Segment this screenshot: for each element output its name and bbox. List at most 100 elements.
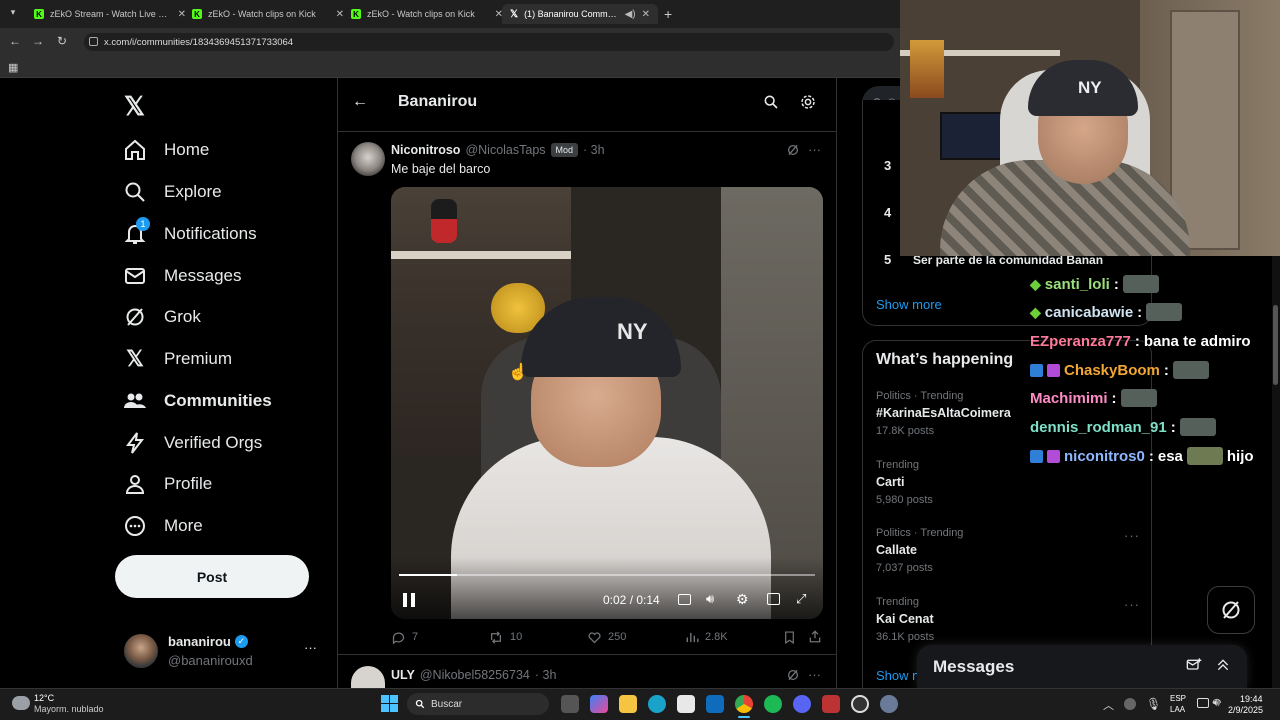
apps-grid-icon[interactable]: ▦ xyxy=(8,61,18,74)
gear-icon[interactable] xyxy=(799,93,817,111)
windows-start-icon[interactable] xyxy=(381,695,398,712)
x-logo-icon[interactable]: 𝕏 xyxy=(124,91,145,122)
views-button[interactable]: 2.8K xyxy=(685,628,728,646)
browser-tab[interactable]: K zEkO - Watch clips on Kick ✕ xyxy=(184,4,352,24)
tweet-author-handle[interactable]: @NicolasTaps xyxy=(465,143,545,157)
chrome-icon[interactable] xyxy=(735,695,753,713)
settings-gear-icon[interactable]: ⚙ xyxy=(736,591,749,608)
taskbar-search[interactable]: Buscar xyxy=(407,693,549,715)
grok-icon[interactable] xyxy=(786,668,800,682)
messages-drawer[interactable]: Messages xyxy=(917,645,1247,688)
site-info-icon[interactable] xyxy=(89,37,98,46)
browser-tab-active[interactable]: 𝕏 (1) Bananirou Community / X ◀) ✕ xyxy=(502,4,658,24)
share-icon[interactable] xyxy=(808,629,822,644)
nav-messages[interactable]: Messages xyxy=(122,259,241,293)
reload-icon[interactable]: ↻ xyxy=(57,34,67,48)
kick-icon: K xyxy=(351,9,361,19)
bookmark-icon[interactable] xyxy=(783,630,796,645)
grok-icon[interactable] xyxy=(786,143,800,157)
tray-chevron-icon[interactable]: ︿ xyxy=(1103,697,1114,713)
more-dots-icon[interactable]: ··· xyxy=(808,142,821,157)
nav-communities[interactable]: Communities xyxy=(122,384,272,418)
new-message-icon[interactable] xyxy=(1185,657,1203,673)
settings-gear-icon[interactable] xyxy=(880,695,898,713)
outlook-icon[interactable] xyxy=(706,695,724,713)
show-more-link[interactable]: Show more xyxy=(876,297,942,312)
obs-icon[interactable] xyxy=(822,695,840,713)
display-icon[interactable] xyxy=(1197,698,1209,708)
chat-text: esa xyxy=(1157,447,1183,465)
chat-message: Machimimi : xyxy=(1030,386,1157,410)
search-icon[interactable] xyxy=(763,94,779,110)
grok-floating-button[interactable] xyxy=(1207,586,1255,634)
browser-tab[interactable]: K zEkO - Watch clips on Kick ✕ xyxy=(343,4,511,24)
volume-icon[interactable]: 🔊︎ xyxy=(706,591,714,607)
clock-date[interactable]: 2/9/2025 xyxy=(1228,705,1263,715)
nav-home[interactable]: Home xyxy=(122,133,209,167)
clock-time[interactable]: 19:44 xyxy=(1240,694,1263,704)
store-icon[interactable] xyxy=(677,695,695,713)
more-dots-icon[interactable]: ··· xyxy=(304,640,317,655)
tab-list-button[interactable]: ▾ xyxy=(6,7,20,21)
captions-icon[interactable] xyxy=(678,594,691,605)
chevron-up-icon[interactable] xyxy=(1215,656,1231,674)
edge-icon[interactable] xyxy=(648,695,666,713)
more-dots-icon[interactable]: ··· xyxy=(1124,528,1140,543)
pip-icon[interactable] xyxy=(767,593,780,605)
nav-notifications[interactable]: 1 Notifications xyxy=(122,217,257,251)
chat-emote xyxy=(1120,389,1157,407)
avatar[interactable] xyxy=(351,142,385,176)
nav-more[interactable]: More xyxy=(122,509,203,543)
like-button[interactable]: 250 xyxy=(587,628,626,646)
trend-item[interactable]: Trending Kai Cenat 36.1K posts xyxy=(876,596,1146,652)
reply-button[interactable]: 7 xyxy=(391,628,418,646)
task-view-icon[interactable] xyxy=(561,695,579,713)
tweet-time[interactable]: · 3h xyxy=(583,143,605,157)
nav-premium[interactable]: 𝕏 Premium xyxy=(122,342,232,376)
nav-explore[interactable]: Explore xyxy=(122,175,222,209)
chat-message: dennis_rodman_91 : xyxy=(1030,415,1216,439)
close-icon[interactable]: ✕ xyxy=(642,9,650,20)
file-explorer-icon[interactable] xyxy=(619,695,637,713)
tray-app-icon[interactable] xyxy=(1124,698,1136,710)
browser-tab[interactable]: K zEkO Stream - Watch Live on Kick ✕ xyxy=(26,4,194,24)
gift-badge-icon xyxy=(1047,449,1060,463)
address-bar[interactable]: x.com/i/communities/1834369451371733064 xyxy=(84,33,894,51)
tweet-author-name[interactable]: Niconitroso xyxy=(391,143,460,157)
discord-icon[interactable] xyxy=(793,695,811,713)
back-arrow-icon[interactable]: ← xyxy=(9,34,21,48)
tweet-author-name[interactable]: ULY xyxy=(391,668,415,682)
weather-widget[interactable]: 12°C Mayorm. nublado xyxy=(10,692,104,716)
mic-icon[interactable]: 🎙︎ xyxy=(1146,697,1161,711)
spotify-icon[interactable] xyxy=(764,695,782,713)
back-arrow-icon[interactable]: ← xyxy=(352,93,368,111)
more-dots-icon[interactable]: ··· xyxy=(1124,597,1140,612)
nav-profile[interactable]: Profile xyxy=(122,467,212,501)
volume-icon[interactable]: 🔊︎ xyxy=(1213,697,1220,710)
forward-arrow-icon[interactable]: → xyxy=(32,34,44,48)
show-more-link[interactable]: Show m xyxy=(876,668,923,683)
pause-icon[interactable] xyxy=(403,593,415,607)
tweet-time[interactable]: · 3h xyxy=(535,668,557,682)
trend-item[interactable]: Politics · Trending Callate 7,037 posts xyxy=(876,527,1146,583)
tweet-video[interactable]: NY 0:02 / 0:14 🔊︎ ⚙ ⤢ xyxy=(391,187,823,619)
scrollbar-thumb[interactable] xyxy=(1273,305,1278,385)
nav-grok[interactable]: Grok xyxy=(122,300,201,334)
nav-label: Premium xyxy=(164,349,233,368)
nav-verified-orgs[interactable]: Verified Orgs xyxy=(122,426,262,460)
tweet-author-handle[interactable]: @Nikobel58256734 xyxy=(420,668,530,682)
keyboard-layout[interactable]: LAA xyxy=(1170,705,1185,714)
account-switcher[interactable]: bananirou ✓ @bananirouxd ··· xyxy=(122,630,322,672)
post-button[interactable]: Post xyxy=(115,555,309,598)
language-indicator[interactable]: ESP xyxy=(1170,694,1186,703)
new-tab-button[interactable]: + xyxy=(664,6,672,22)
repost-button[interactable]: 10 xyxy=(488,628,522,646)
more-dots-icon[interactable]: ··· xyxy=(808,667,821,682)
gpu-app-icon[interactable] xyxy=(851,695,869,713)
speaker-icon[interactable]: ◀) xyxy=(625,9,636,20)
copilot-icon[interactable] xyxy=(590,695,608,713)
people-icon xyxy=(122,388,148,414)
rule-number: 4 xyxy=(884,205,892,220)
video-progress-track[interactable] xyxy=(399,574,815,576)
fullscreen-icon[interactable]: ⤢ xyxy=(796,591,806,607)
